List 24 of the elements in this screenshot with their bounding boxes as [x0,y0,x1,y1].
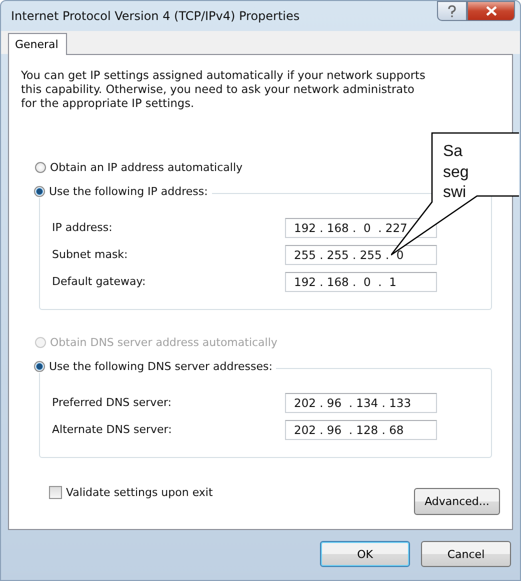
callout-text: Sa seg swi [443,142,469,203]
close-button[interactable] [467,1,515,21]
ip-input-field[interactable]: 202 . 96 . 134 . 133 [285,392,437,412]
dialog-button[interactable]: Cancel [421,541,511,567]
radio-button[interactable] [34,361,45,372]
radio-button[interactable] [34,186,45,197]
dialog-button[interactable]: OK [320,541,410,567]
checkbox[interactable] [49,486,62,499]
ip-input-field[interactable]: 192 . 168 . 0 . 1 [285,272,437,292]
field-label: Subnet mask: [52,248,128,261]
ip-input-field[interactable]: 202 . 96 . 128 . 68 [285,420,437,440]
field-label: Alternate DNS server: [52,423,172,436]
ip-input-field[interactable]: 255 . 255 . 255 . 0 [285,244,437,264]
tab[interactable]: General [8,33,68,55]
window-title: Internet Protocol Version 4 (TCP/IPv4) Properties [10,9,300,23]
field-label: Default gateway: [52,275,146,288]
close-icon [486,6,496,16]
advanced-button[interactable]: Advanced... [414,488,500,515]
field-label: Preferred DNS server: [52,396,172,409]
radio-button[interactable] [35,162,46,172]
description-text: You can get IP settings assigned automatically if your network supports this capability. Otherwise, you need to ask your network administrato for the appropriate IP settings. [21,69,426,111]
help-button[interactable] [437,1,467,21]
help-icon [447,4,457,18]
field-label: IP address: [52,221,112,234]
